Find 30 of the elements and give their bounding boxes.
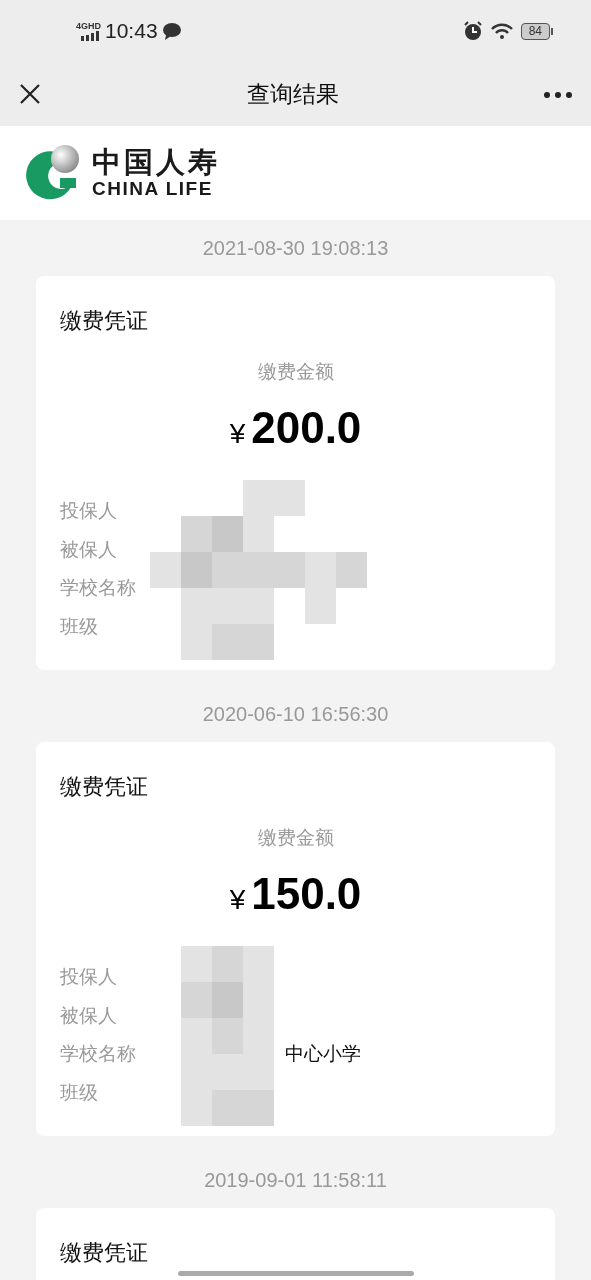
- amount-value: ¥150.0: [229, 868, 362, 920]
- signal-icon: [81, 31, 101, 41]
- wifi-icon: [490, 23, 513, 39]
- network-label: 4GHD: [76, 21, 101, 31]
- card-title: 缴费凭证: [60, 773, 149, 801]
- card-title: 缴费凭证: [60, 307, 149, 335]
- page-title: 查询结果: [246, 79, 339, 109]
- chat-bubble-icon: [161, 22, 182, 40]
- alarm-clock-icon: [462, 21, 483, 41]
- amount-label: 缴费金额: [256, 360, 335, 384]
- field-label: 班级: [60, 614, 99, 639]
- record-timestamp: 2020-06-10 16:56:30: [202, 702, 389, 727]
- field-value: 中心小学: [285, 1042, 361, 1066]
- amount-label: 缴费金额: [256, 826, 335, 850]
- field-label: 投保人: [60, 965, 118, 989]
- brand-name: 中国人寿: [92, 146, 220, 178]
- field-label: 学校名称: [60, 1042, 137, 1066]
- clock-time: 10:43: [105, 18, 158, 45]
- field-label: 学校名称: [60, 576, 137, 600]
- amount-value: ¥200.0: [229, 402, 362, 454]
- field-label: 被保人: [60, 1003, 118, 1028]
- more-icon: [543, 90, 573, 99]
- field-label: 班级: [60, 1080, 99, 1105]
- record-timestamp: 2021-08-30 19:08:13: [202, 236, 389, 261]
- brand-name-english: CHINA LIFE: [92, 178, 214, 200]
- field-label: 被保人: [60, 537, 118, 562]
- record-timestamp: 2019-09-01 11:58:11: [204, 1168, 387, 1193]
- card-title: 缴费凭证: [60, 1239, 149, 1267]
- field-label: 投保人: [60, 499, 118, 523]
- battery-level: 84: [520, 22, 550, 40]
